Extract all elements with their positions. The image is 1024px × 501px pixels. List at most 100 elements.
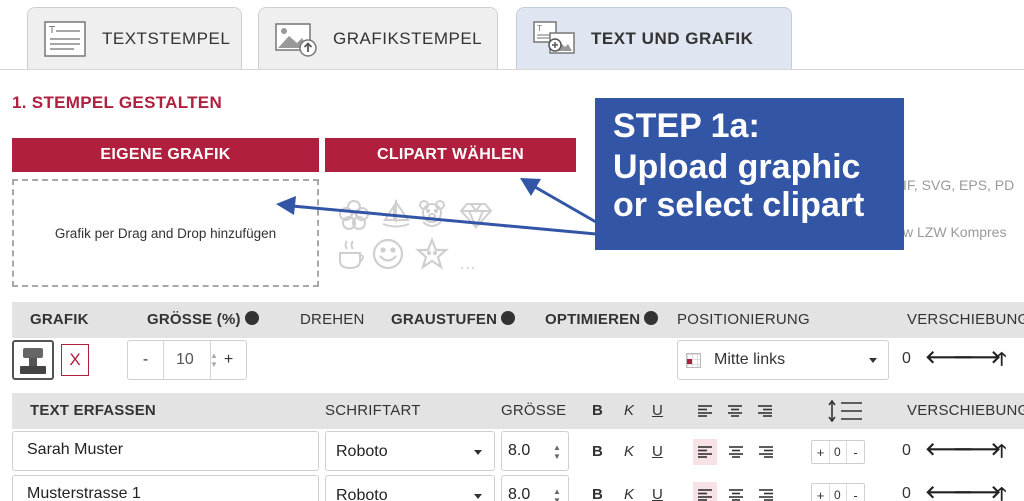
font-select[interactable]: Roboto (325, 431, 495, 471)
col-graustufen-label: GRAUSTUFEN (391, 311, 498, 328)
size-decrease-button[interactable]: - (128, 341, 164, 379)
col-text-erfassen: TEXT ERFASSEN (30, 402, 156, 419)
dropzone-text: Grafik per Drag and Drop hinzufügen (54, 225, 277, 241)
bold-toggle[interactable]: B (592, 486, 603, 501)
font-size-value: 8.0 (508, 486, 531, 501)
line-spacing-decrease[interactable]: - (846, 484, 864, 501)
font-size-input[interactable]: 8.0 ▲ ▼ (501, 475, 569, 501)
col-groesse: GRÖSSE (%) i (147, 311, 259, 328)
col-drehen: DREHEN (300, 311, 365, 328)
callout-title: STEP 1a: (613, 107, 760, 145)
align-right-button[interactable] (754, 439, 778, 465)
remove-graphic-button[interactable]: X (61, 344, 89, 376)
italic-toggle[interactable]: K (624, 486, 634, 501)
align-right-icon (759, 446, 773, 458)
align-center-icon (728, 405, 742, 417)
align-center-button[interactable] (724, 482, 748, 501)
arrow-up-icon[interactable]: 🡑 (997, 347, 1006, 377)
align-left-icon (698, 405, 712, 417)
line-spacing-decrease[interactable]: - (846, 441, 864, 463)
align-right-icon (759, 489, 773, 501)
graphic-dropzone[interactable]: Grafik per Drag and Drop hinzufügen (12, 179, 319, 287)
tab-label: TEXTSTEMPEL (102, 28, 231, 48)
text-shift-value: 0 (902, 442, 911, 459)
text-line-input[interactable]: Musterstrasse 1 (12, 475, 319, 501)
align-right-icon (758, 405, 772, 417)
font-value: Roboto (336, 443, 388, 460)
size-increase-button[interactable]: + (210, 341, 246, 379)
tab-grafikstempel[interactable]: GRAFIKSTEMPEL (258, 7, 498, 69)
underline-toggle[interactable]: U (652, 486, 663, 501)
line-spacing-stepper: + 0 - (811, 483, 865, 501)
underline-header: U (652, 402, 664, 419)
graphic-size-stepper: - 10 ▲ ▼ + (127, 340, 247, 380)
tab-text-und-grafik[interactable]: T TEXT UND GRAFIK (516, 7, 792, 69)
line-spacing-increase[interactable]: + (812, 441, 830, 463)
diamond-clipart-icon[interactable] (458, 196, 494, 232)
font-select[interactable]: Roboto (325, 475, 495, 501)
compression-text: w LZW Kompres (903, 224, 1007, 240)
align-left-icon (698, 446, 712, 458)
svg-text:T: T (536, 24, 542, 33)
positioning-select[interactable]: Mitte links (677, 340, 889, 380)
teddy-bear-clipart-icon[interactable] (414, 196, 450, 232)
align-center-button[interactable] (724, 439, 748, 465)
more-clipart-indicator: ... (503, 215, 520, 232)
own-graphic-button[interactable]: EIGENE GRAFIK (12, 138, 319, 172)
coffee-cup-clipart-icon[interactable] (333, 237, 369, 273)
align-left-button[interactable] (693, 439, 717, 465)
choose-clipart-button[interactable]: CLIPART WÄHLEN (325, 138, 576, 172)
italic-toggle[interactable]: K (624, 443, 634, 460)
positioning-value: Mitte links (714, 351, 786, 368)
font-size-value: 8.0 (508, 442, 531, 459)
col-optimieren-label: OPTIMIEREN (545, 311, 641, 328)
underline-toggle[interactable]: U (652, 443, 663, 460)
arrow-up-icon[interactable]: 🡑 (997, 482, 1006, 501)
star-clipart-icon[interactable] (414, 236, 450, 272)
graphic-thumbnail[interactable] (12, 340, 54, 380)
col-groesse: GRÖSSE (501, 402, 567, 419)
callout-line-2: or select clipart (613, 186, 865, 224)
bold-toggle[interactable]: B (592, 443, 603, 460)
section-title: 1. STEMPEL GESTALTEN (12, 93, 223, 112)
arrow-right-icon[interactable]: 🡒 (953, 482, 1001, 501)
spinner-icon[interactable]: ▲ ▼ (552, 443, 562, 461)
size-value[interactable]: 10 (176, 351, 194, 369)
text-settings-header: TEXT ERFASSEN SCHRIFTART GRÖSSE B K U VE… (12, 393, 1024, 429)
col-optimieren: OPTIMIEREN i (545, 311, 659, 328)
col-graustufen: GRAUSTUFEN i (391, 311, 516, 328)
graphic-settings-header: GRAFIK GRÖSSE (%) i DREHEN GRAUSTUFEN i OP… (12, 302, 1024, 338)
callout-line-1: Upload graphic (613, 148, 861, 186)
sailboat-clipart-icon[interactable] (378, 196, 414, 232)
font-size-input[interactable]: 8.0 ▲ ▼ (501, 431, 569, 471)
text-stamp-icon: T (44, 20, 86, 57)
align-left-button[interactable] (693, 482, 717, 501)
arrow-right-icon[interactable]: 🡒 (953, 439, 1001, 460)
flower-clipart-icon[interactable] (336, 197, 372, 233)
stamp-type-tabs: T TEXTSTEMPEL GRAFIKSTEMPEL T TEXT UND G… (0, 0, 1024, 70)
arrow-up-icon[interactable]: 🡑 (997, 439, 1006, 469)
info-icon[interactable]: i (244, 311, 259, 326)
align-right-button[interactable] (754, 482, 778, 501)
col-verschiebung: VERSCHIEBUNG (907, 311, 1024, 328)
smiley-clipart-icon[interactable] (370, 236, 406, 272)
font-value: Roboto (336, 487, 388, 501)
text-shift-value: 0 (902, 485, 911, 501)
info-icon[interactable]: i (501, 311, 516, 326)
text-line-input[interactable]: Sarah Muster (12, 431, 319, 471)
info-icon[interactable]: i (644, 311, 659, 326)
col-positionierung: POSITIONIERUNG (677, 311, 810, 328)
bold-header: B (592, 402, 604, 419)
col-schriftart: SCHRIFTART (325, 402, 421, 419)
chevron-down-icon (474, 450, 482, 455)
arrow-right-icon[interactable]: 🡒 (953, 347, 1001, 368)
spinner-icon[interactable]: ▲ ▼ (552, 487, 562, 501)
tab-textstempel[interactable]: T TEXTSTEMPEL (27, 7, 242, 69)
graphic-shift-value: 0 (902, 350, 911, 367)
line-spacing-icon (828, 400, 862, 422)
line-spacing-value: 0 (834, 445, 841, 459)
line-spacing-increase[interactable]: + (812, 484, 830, 501)
col-groesse-label: GRÖSSE (%) (147, 311, 241, 328)
line-spacing-value: 0 (834, 488, 841, 501)
line-spacing-stepper: + 0 - (811, 440, 865, 464)
